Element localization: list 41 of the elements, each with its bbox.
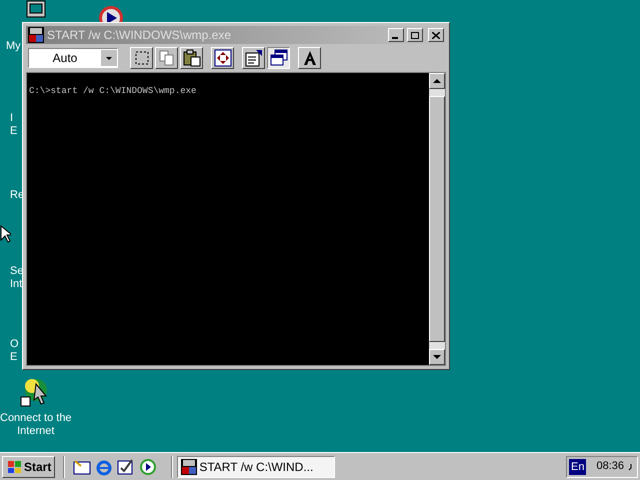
icon-label: I xyxy=(10,112,14,125)
font-size-value: Auto xyxy=(52,50,78,67)
fullscreen-icon xyxy=(214,49,232,67)
language-indicator[interactable]: En xyxy=(569,458,586,474)
icon-label: Connect to the xyxy=(0,412,72,425)
task-button[interactable]: START /w C:\WIND... xyxy=(177,456,336,478)
icon-label: O xyxy=(10,338,19,351)
toolbar-button[interactable] xyxy=(267,47,290,69)
media-player-icon[interactable] xyxy=(139,458,158,476)
maximize-icon xyxy=(411,32,419,38)
scroll-down-button[interactable] xyxy=(429,349,445,365)
window-title: START /w C:\WINDOWS\wmp.exe xyxy=(47,27,232,44)
close-icon xyxy=(432,32,440,38)
ms-dos-icon xyxy=(181,458,198,474)
hook-icon xyxy=(628,462,633,470)
scroll-thumb[interactable] xyxy=(429,96,445,342)
icon-label: Int xyxy=(10,278,22,291)
down-arrow-icon xyxy=(433,355,441,359)
up-arrow-icon xyxy=(433,79,441,83)
icon-label: E xyxy=(10,351,18,364)
windows-logo-icon xyxy=(6,460,22,474)
vertical-scrollbar[interactable] xyxy=(429,73,445,365)
clock: 08:36 xyxy=(596,459,624,474)
start-button[interactable]: Start xyxy=(2,456,56,478)
font-size-dropdown[interactable]: Auto xyxy=(28,48,118,68)
maximize-button[interactable] xyxy=(407,28,423,42)
close-button[interactable] xyxy=(428,28,444,42)
ms-dos-icon xyxy=(28,27,44,43)
mouse-pointer-icon xyxy=(0,225,11,243)
selection-icon xyxy=(134,51,148,65)
icon-label: My xyxy=(6,40,21,53)
clipboard-icon xyxy=(182,49,200,67)
windows-icon xyxy=(270,49,288,67)
console-line: C:\>start /w C:\WINDOWS\wmp.exe xyxy=(29,85,198,97)
copy-icon xyxy=(158,50,174,66)
minimize-button[interactable] xyxy=(388,28,404,42)
scroll-up-button[interactable] xyxy=(429,73,445,89)
font-icon xyxy=(302,50,318,66)
icon-label: Internet xyxy=(17,425,54,438)
properties-icon xyxy=(244,49,262,67)
icon-label: E xyxy=(10,125,18,138)
